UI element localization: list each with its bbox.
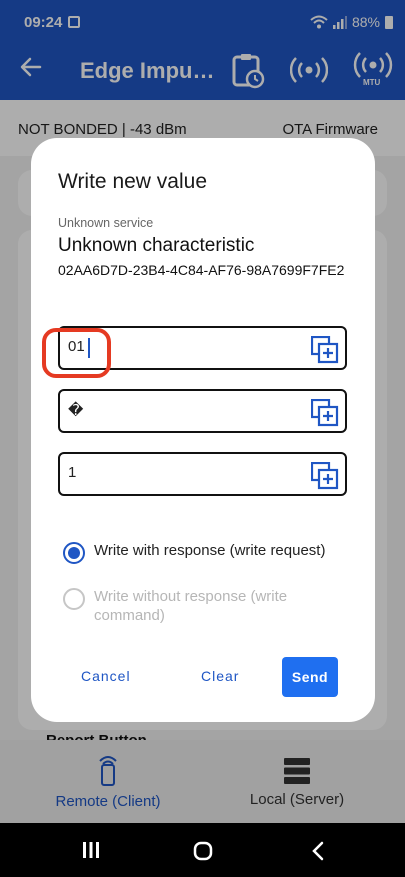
copy-add-icon[interactable] bbox=[310, 335, 339, 364]
text-cursor bbox=[88, 338, 90, 358]
text-value-field[interactable] bbox=[58, 389, 347, 433]
characteristic-name: Unknown characteristic bbox=[58, 235, 255, 256]
cancel-button[interactable]: Cancel bbox=[81, 668, 131, 684]
hex-value-input[interactable] bbox=[68, 338, 298, 355]
dialog-title: Write new value bbox=[58, 170, 208, 193]
characteristic-uuid: 02AA6D7D-23B4-4C84-AF76-98A7699F7FE2 bbox=[58, 262, 345, 278]
hex-value-field[interactable] bbox=[58, 326, 347, 370]
radio-write-with-response[interactable]: Write with response (write request) bbox=[63, 541, 325, 564]
text-value-input[interactable] bbox=[68, 401, 298, 418]
clear-button[interactable]: Clear bbox=[201, 668, 239, 684]
home-icon[interactable] bbox=[193, 841, 213, 866]
radio-label: Write with response (write request) bbox=[94, 542, 326, 559]
radio-button-disabled bbox=[63, 588, 85, 610]
back-nav-icon[interactable] bbox=[311, 841, 325, 866]
copy-add-icon[interactable] bbox=[310, 461, 339, 490]
radio-button-selected[interactable] bbox=[63, 542, 85, 564]
send-button[interactable]: Send bbox=[282, 657, 338, 697]
decimal-value-field[interactable] bbox=[58, 452, 347, 496]
radio-label: Write without response (write command) bbox=[94, 588, 288, 624]
system-nav-bar bbox=[0, 823, 405, 877]
decimal-value-input[interactable] bbox=[68, 464, 298, 481]
copy-add-icon[interactable] bbox=[310, 398, 339, 427]
write-value-dialog: Write new value Unknown service Unknown … bbox=[31, 138, 375, 722]
radio-write-without-response: Write without response (write command) bbox=[63, 587, 324, 625]
recent-apps-icon[interactable] bbox=[82, 842, 100, 863]
service-name: Unknown service bbox=[58, 216, 154, 230]
